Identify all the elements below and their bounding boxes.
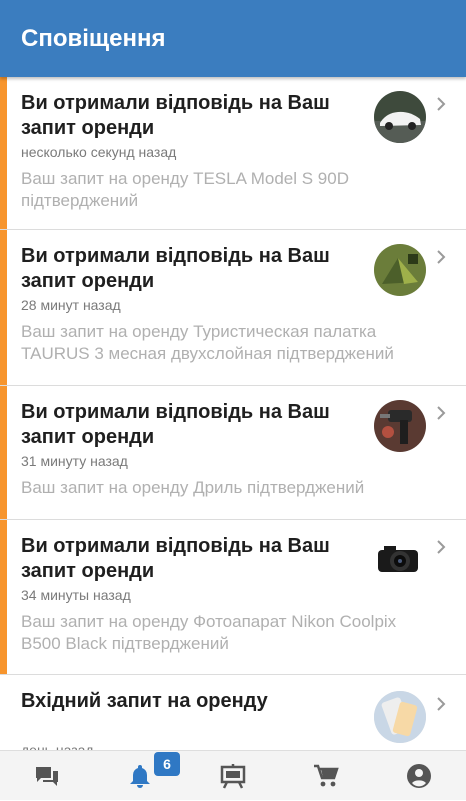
bell-icon xyxy=(130,765,150,788)
chevron-right-icon xyxy=(437,540,446,554)
account-icon xyxy=(407,764,431,788)
page-title: Сповіщення xyxy=(21,25,166,52)
notification-list: Ви отримали відповідь на Ваш запит оренд… xyxy=(0,77,466,750)
drill-thumbnail xyxy=(374,400,426,452)
bottom-navigation xyxy=(0,750,466,800)
notification-item[interactable]: Ви отримали відповідь на Ваш запит оренд… xyxy=(0,230,466,386)
unread-indicator xyxy=(0,77,7,229)
app-header: Сповіщення xyxy=(0,0,466,77)
camera-thumbnail xyxy=(374,534,426,586)
chevron-right-icon xyxy=(437,406,446,420)
notification-item[interactable]: Ви отримали відповідь на Ваш запит оренд… xyxy=(0,520,466,675)
chevron-right-icon xyxy=(437,97,446,111)
chat-icon xyxy=(36,767,58,786)
notification-time: несколько секунд назад xyxy=(21,144,177,160)
notification-time: 31 минуту назад xyxy=(21,453,128,469)
phone-thumbnail xyxy=(374,691,426,743)
notification-item[interactable]: Вхідний запит на оренду день назад xyxy=(0,675,466,750)
notification-title: Ви отримали відповідь на Ваш запит оренд… xyxy=(21,401,330,448)
notification-text: Ваш запит на оренду Туристическая палатк… xyxy=(21,322,394,363)
chevron-right-icon xyxy=(437,250,446,264)
notification-title: Вхідний запит на оренду xyxy=(21,690,268,712)
cart-icon xyxy=(314,764,339,787)
notification-text: Ваш запит на оренду Фотоапарат Nikon Coo… xyxy=(21,612,397,653)
tent-thumbnail xyxy=(374,244,426,296)
unread-indicator xyxy=(0,520,7,674)
notification-title: Ви отримали відповідь на Ваш запит оренд… xyxy=(21,92,330,139)
notification-count-badge: 6 xyxy=(154,752,180,776)
notification-item[interactable]: Ви отримали відповідь на Ваш запит оренд… xyxy=(0,77,466,230)
notification-title: Ви отримали відповідь на Ваш запит оренд… xyxy=(21,245,330,292)
notification-text: Ваш запит на оренду Дриль підтверджений xyxy=(21,478,365,497)
car-thumbnail xyxy=(374,91,426,143)
nav-board[interactable] xyxy=(186,751,279,801)
nav-cart[interactable] xyxy=(279,751,372,801)
notification-item[interactable]: Ви отримали відповідь на Ваш запит оренд… xyxy=(0,386,466,520)
notification-title: Ви отримали відповідь на Ваш запит оренд… xyxy=(21,535,330,582)
chevron-right-icon xyxy=(437,697,446,711)
notification-time: день назад xyxy=(21,742,94,750)
unread-indicator xyxy=(0,230,7,385)
board-icon xyxy=(220,764,246,789)
notification-time: 34 минуты назад xyxy=(21,587,131,603)
notification-text: Ваш запит на оренду TESLA Model S 90D пі… xyxy=(21,169,349,210)
unread-indicator xyxy=(0,386,7,519)
nav-account[interactable] xyxy=(372,751,465,801)
nav-chat[interactable] xyxy=(0,751,93,801)
notification-time: 28 минут назад xyxy=(21,297,121,313)
